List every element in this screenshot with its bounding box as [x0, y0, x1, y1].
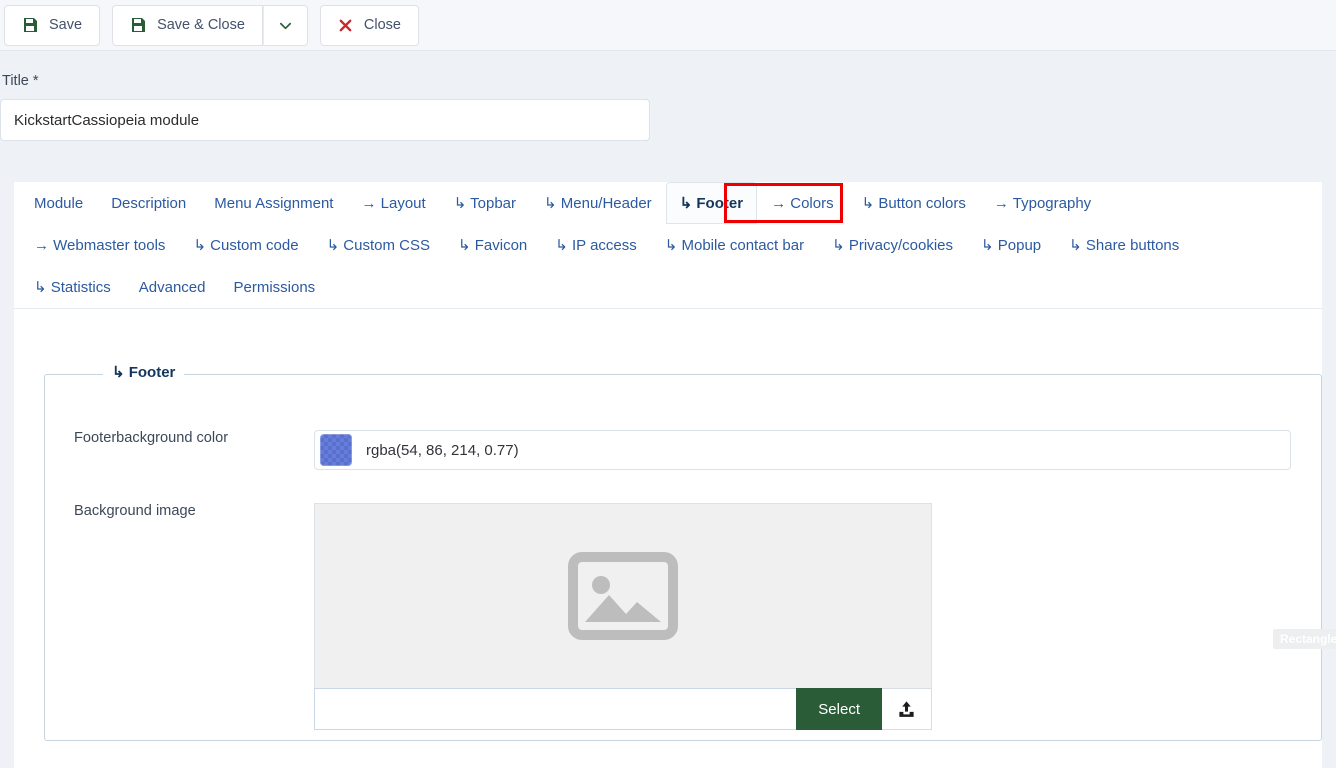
fieldset-legend: ↳ Footer [103, 363, 185, 381]
save-and-close-label: Save & Close [157, 17, 245, 33]
title-input[interactable] [0, 99, 650, 141]
upload-button[interactable] [882, 688, 932, 730]
tab-description[interactable]: Description [97, 183, 200, 224]
tab-bar: Module Description Menu Assignment → Lay… [14, 182, 1322, 309]
tab-popup[interactable]: ↳ Popup [967, 224, 1055, 266]
media-field: Select [314, 503, 932, 730]
chevron-down-icon [278, 18, 293, 33]
tab-panel: Module Description Menu Assignment → Lay… [14, 182, 1336, 768]
module-edit-page: Module Description Menu Assignment → Lay… [0, 161, 1336, 768]
tab-custom-css[interactable]: ↳ Custom CSS [313, 224, 444, 266]
footer-background-color-label: Footerbackground color [74, 430, 229, 446]
tab-typography[interactable]: → Typography [980, 183, 1105, 224]
tab-colors[interactable]: → Colors [757, 183, 848, 224]
tab-layout[interactable]: → Layout [347, 183, 439, 224]
save-and-close-button[interactable]: Save & Close [112, 4, 263, 46]
tab-menu-assignment[interactable]: Menu Assignment [200, 183, 347, 224]
floppy-disk-icon [22, 17, 38, 33]
background-image-label: Background image [74, 503, 196, 519]
close-button[interactable]: Close [319, 4, 419, 46]
tab-footer[interactable]: ↳ Footer [665, 182, 758, 224]
save-button[interactable]: Save [4, 4, 101, 46]
background-image-row: Background image Select [74, 503, 932, 730]
upload-icon [897, 700, 916, 719]
tab-button-colors[interactable]: ↳ Button colors [848, 182, 980, 224]
x-mark-icon [338, 18, 353, 33]
floppy-disk-icon [130, 17, 146, 33]
tab-mobile-contact-bar[interactable]: ↳ Mobile contact bar [651, 224, 818, 266]
footer-background-color-row: Footerbackground color rgba(54, 86, 214,… [74, 430, 1291, 470]
rectangle-annotation-tag: Rectangle [1273, 629, 1336, 649]
save-close-group: Save & Close [112, 4, 308, 46]
color-swatch[interactable] [320, 434, 352, 466]
tab-row-3: ↳ Statistics Advanced Permissions [20, 266, 1316, 308]
color-value-text: rgba(54, 86, 214, 0.77) [366, 441, 519, 459]
tab-privacy-cookies[interactable]: ↳ Privacy/cookies [818, 224, 967, 266]
tab-favicon[interactable]: ↳ Favicon [444, 224, 541, 266]
media-input-row: Select [314, 688, 932, 730]
tab-row-2: → Webmaster tools ↳ Custom code ↳ Custom… [20, 224, 1316, 266]
tab-webmaster-tools[interactable]: → Webmaster tools [20, 225, 179, 266]
tab-share-buttons[interactable]: ↳ Share buttons [1055, 224, 1193, 266]
tab-module[interactable]: Module [20, 183, 97, 224]
media-preview-area[interactable] [314, 503, 932, 688]
tab-topbar[interactable]: ↳ Topbar [440, 182, 530, 224]
background-image-path-input[interactable] [314, 688, 797, 730]
tab-menu-header[interactable]: ↳ Menu/Header [530, 182, 666, 224]
tab-statistics[interactable]: ↳ Statistics [20, 266, 125, 308]
footer-background-color-input[interactable]: rgba(54, 86, 214, 0.77) [314, 430, 1291, 470]
footer-settings-fieldset: ↳ Footer Footerbackground color rgba(54,… [44, 363, 1322, 741]
title-label: Title * [2, 73, 39, 89]
tab-permissions[interactable]: Permissions [219, 267, 329, 308]
image-placeholder-icon [568, 552, 678, 640]
tab-ip-access[interactable]: ↳ IP access [541, 224, 651, 266]
title-section: Title * [0, 51, 1336, 161]
save-button-label: Save [49, 17, 83, 33]
tab-row-1: Module Description Menu Assignment → Lay… [20, 182, 1316, 224]
editor-toolbar: Save Save & Close Close [0, 0, 1336, 51]
tab-custom-code[interactable]: ↳ Custom code [179, 224, 312, 266]
save-options-dropdown-toggle[interactable] [262, 4, 308, 46]
tab-advanced[interactable]: Advanced [125, 267, 220, 308]
select-button[interactable]: Select [796, 688, 882, 730]
close-button-label: Close [363, 17, 401, 33]
